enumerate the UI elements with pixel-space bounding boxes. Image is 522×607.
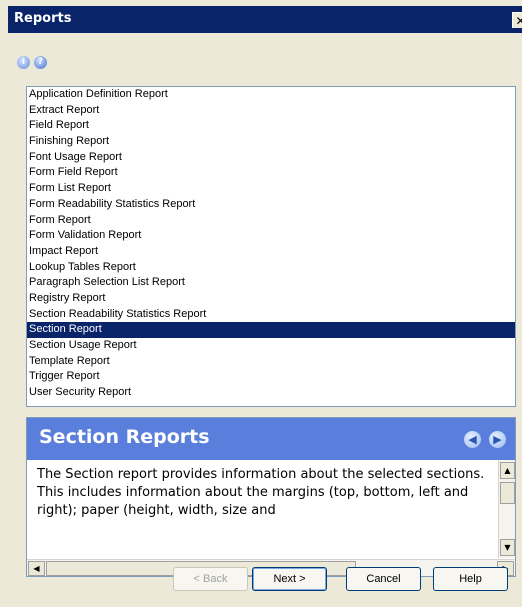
list-item[interactable]: Impact Report [27,244,515,260]
list-item[interactable]: Template Report [27,354,515,370]
report-list[interactable]: Application Definition Report Extract Rep… [26,86,516,407]
list-item[interactable]: Application Definition Report [27,87,515,103]
help-text: The Section report provides information … [37,467,485,518]
cancel-button[interactable]: Cancel [346,567,421,591]
back-arrow-icon[interactable]: ◀ [464,431,481,448]
list-item[interactable]: Lookup Tables Report [27,260,515,276]
list-item[interactable]: Field Report [27,118,515,134]
list-item[interactable]: Form List Report [27,181,515,197]
list-item[interactable]: Finishing Report [27,134,515,150]
help-button[interactable]: Help [433,567,508,591]
help-icon[interactable]: ? [34,56,47,69]
next-button[interactable]: Next > [252,567,327,591]
title-bar[interactable]: Reports ✕ [8,6,522,33]
forward-arrow-icon[interactable]: ▶ [489,431,506,448]
help-title: Section Reports [39,426,210,448]
list-item[interactable]: Form Field Report [27,165,515,181]
back-button[interactable]: < Back [173,567,248,591]
list-item[interactable]: Form Validation Report [27,228,515,244]
list-item[interactable]: Form Report [27,213,515,229]
scroll-thumb[interactable] [500,482,515,504]
info-icon[interactable] [17,56,30,69]
help-header: Section Reports ◀ ▶ [27,418,515,460]
list-item[interactable]: Form Readability Statistics Report [27,197,515,213]
list-item[interactable]: User Security Report [27,385,515,401]
list-item[interactable]: Paragraph Selection List Report [27,275,515,291]
list-item[interactable]: Section Readability Statistics Report [27,307,515,323]
help-panel: Section Reports ◀ ▶ The Section report p… [26,417,516,577]
list-item[interactable]: Section Report [27,322,515,338]
scroll-down-icon[interactable]: ▼ [500,539,515,556]
list-item[interactable]: Trigger Report [27,369,515,385]
scroll-left-icon[interactable]: ◀ [28,561,45,576]
list-item[interactable]: Font Usage Report [27,150,515,166]
list-item[interactable]: Registry Report [27,291,515,307]
vertical-scrollbar[interactable]: ▲ ▼ [498,460,515,558]
close-icon[interactable]: ✕ [512,12,522,28]
scroll-up-icon[interactable]: ▲ [500,462,515,479]
window-title: Reports [14,11,72,26]
list-item[interactable]: Section Usage Report [27,338,515,354]
list-item[interactable]: Extract Report [27,103,515,119]
reports-dialog: Reports ✕ ? Application Definition Repor… [0,0,522,607]
